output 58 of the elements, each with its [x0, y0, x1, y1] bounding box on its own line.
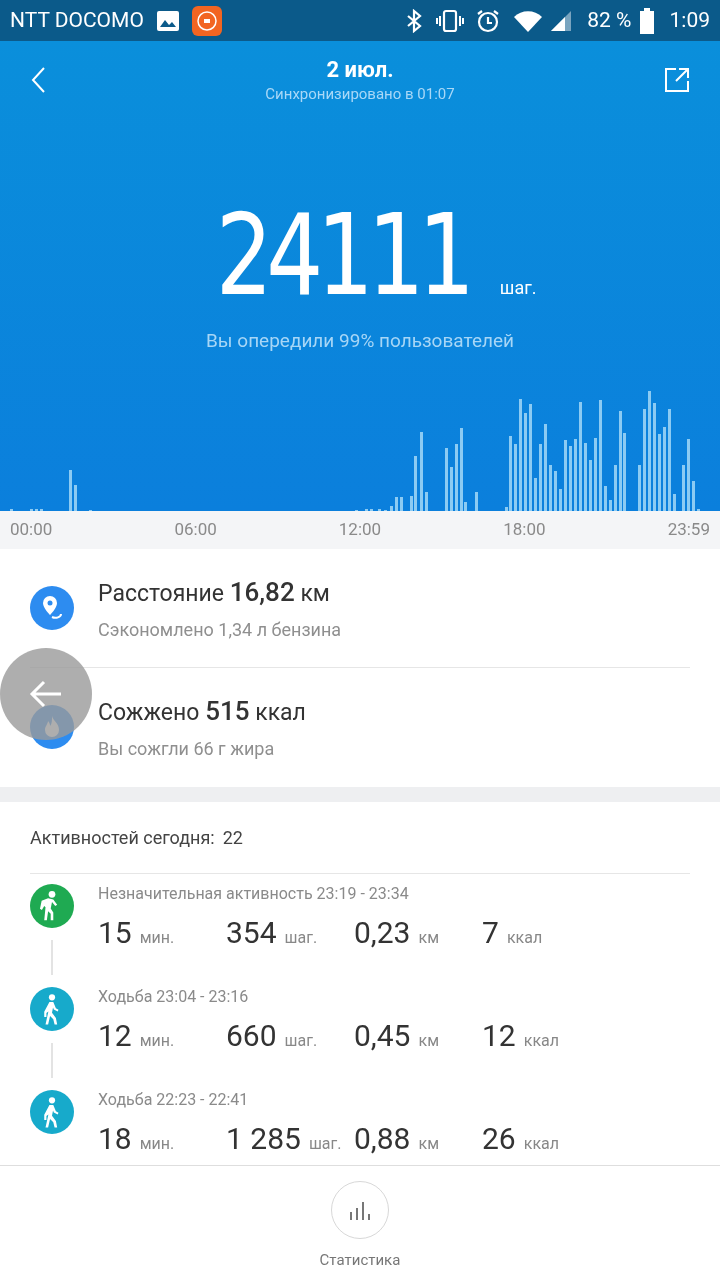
vibrate-icon	[435, 8, 466, 33]
activity-value: 0,23	[354, 913, 411, 952]
activities-label: Активностей сегодня:	[30, 825, 215, 850]
activity-value: 7	[482, 913, 499, 952]
metric-detail: Вы сожгли 66 г жира	[98, 737, 276, 761]
step-count: 24111	[215, 205, 469, 305]
time-axis-label: 00:00	[10, 517, 53, 541]
location-pin-icon	[30, 585, 74, 630]
time-axis-label: 06:00	[174, 517, 217, 541]
activity-title: Ходьба 23:04 - 23:16	[98, 986, 250, 1007]
back-chevron-icon	[30, 66, 46, 94]
activity-title: Незначительная активность 23:19 - 23:34	[98, 883, 410, 904]
battery-percentage: 82 %	[587, 6, 632, 34]
activity-unit: шаг.	[284, 1029, 318, 1052]
time-axis-label: 23:59	[667, 517, 710, 541]
activity-unit: мин.	[139, 1029, 175, 1052]
activity-unit: км	[418, 1029, 439, 1052]
metric-headline: Сожжено 515 ккал	[98, 695, 306, 728]
metric-headline: Расстояние 16,82 км	[98, 575, 331, 609]
clock-time: 1:09	[669, 6, 710, 34]
battery-icon	[639, 7, 654, 34]
activity-value: 0,88	[354, 1119, 411, 1158]
time-axis-label: 12:00	[338, 517, 382, 541]
bar-chart-icon	[349, 1200, 371, 1220]
activity-unit: ккал	[523, 1132, 559, 1155]
activity-value: 354	[226, 913, 277, 952]
time-axis-label: 18:00	[503, 517, 546, 541]
activity-unit: ккал	[506, 926, 543, 949]
wifi-icon	[513, 8, 544, 33]
activity-unit: шаг.	[284, 926, 318, 949]
activity-value: 12	[482, 1016, 516, 1055]
date-title: 2 июл.	[326, 56, 394, 84]
activity-value: 1 285	[226, 1119, 301, 1158]
image-icon	[155, 9, 180, 32]
metric-detail: Сэкономлено 1,34 л бензина	[98, 617, 342, 642]
activity-unit: км	[418, 926, 439, 949]
activity-value: 26	[482, 1119, 516, 1158]
activity-value: 18	[98, 1119, 132, 1158]
activity-title: Ходьба 22:23 - 22:41	[98, 1089, 250, 1110]
activities-count: 22	[222, 825, 243, 850]
activity-unit: ккал	[523, 1029, 559, 1052]
activity-value: 0,45	[354, 1016, 411, 1055]
activity-value: 12	[98, 1016, 132, 1055]
carrier-name: NTT DOCOMO	[10, 6, 144, 34]
rank-text: Вы опередили 99% пользователей	[205, 328, 515, 354]
activity-unit: км	[418, 1132, 439, 1155]
activity-unit: мин.	[139, 1132, 175, 1155]
app-notification-icon	[191, 5, 222, 36]
activity-unit: шаг.	[308, 1132, 342, 1155]
sync-time-text: Синхронизировано в 01:07	[265, 84, 455, 104]
steps-unit: шаг.	[499, 276, 537, 300]
activity-value: 15	[98, 913, 132, 952]
left-arrow-icon	[29, 680, 63, 708]
bluetooth-icon	[405, 8, 424, 33]
share-icon	[664, 67, 690, 93]
activity-unit: мин.	[139, 926, 175, 949]
activity-value: 660	[226, 1016, 277, 1055]
statistics-button[interactable]: Статистика	[319, 1181, 401, 1272]
